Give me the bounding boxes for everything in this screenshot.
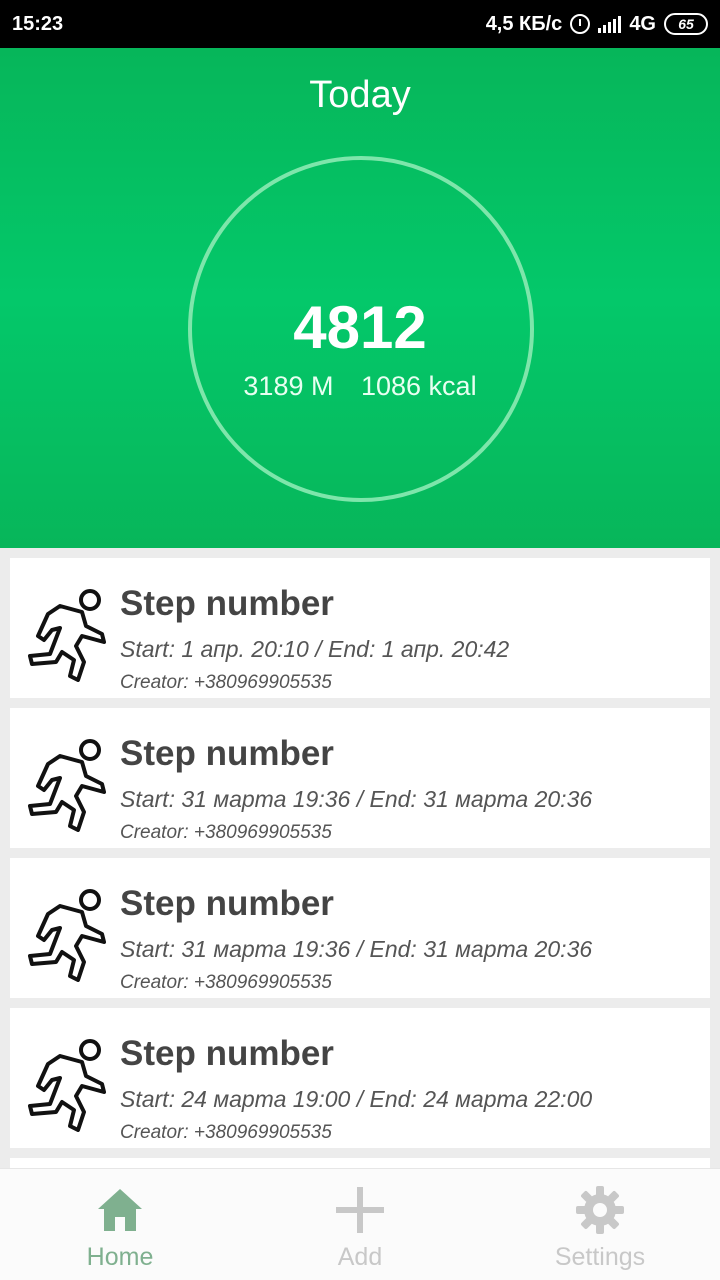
nav-home-label: Home — [86, 1243, 154, 1271]
steps-summary: 3189 M 1086 kcal — [0, 371, 720, 402]
record-title: Step number — [120, 884, 334, 923]
record-card[interactable]: Step number Start: 24 марта 19:00 / End:… — [10, 1008, 710, 1148]
nav-add-label: Add — [337, 1243, 383, 1271]
record-title: Step number — [120, 1034, 334, 1073]
running-person-icon — [28, 589, 106, 682]
record-time: Start: 24 марта 19:00 / End: 24 марта 22… — [120, 1086, 593, 1112]
bottom-navigation: Home Add Settings — [0, 1168, 720, 1280]
nav-add-tab[interactable]: Add — [240, 1169, 480, 1280]
record-creator: Creator: +380969905535 — [120, 1122, 332, 1143]
battery-icon: 65 — [664, 13, 708, 35]
distance-value: 3189 M — [243, 371, 334, 401]
record-time: Start: 31 марта 19:36 / End: 31 марта 20… — [120, 786, 593, 812]
plus-icon — [336, 1187, 384, 1233]
record-title: Step number — [120, 734, 334, 773]
record-creator: Creator: +380969905535 — [120, 972, 332, 993]
status-time: 15:23 — [12, 12, 64, 35]
network-speed: 4,5 КБ/с — [485, 12, 563, 35]
record-card[interactable] — [10, 1158, 710, 1168]
record-card[interactable]: Step number Start: 1 апр. 20:10 / End: 1… — [10, 558, 710, 698]
record-card[interactable]: Step number Start: 31 марта 19:36 / End:… — [10, 858, 710, 998]
record-title: Step number — [120, 584, 334, 623]
today-header: Today 4812 3189 M 1086 kcal — [0, 48, 720, 548]
nav-settings-tab[interactable]: Settings — [480, 1169, 720, 1280]
page-title: Today — [309, 74, 411, 116]
running-person-icon — [28, 739, 106, 832]
gear-icon — [576, 1186, 624, 1234]
running-person-icon — [28, 889, 106, 982]
network-type: 4G — [629, 12, 656, 35]
status-icons: 4,5 КБ/с 4G 65 — [486, 13, 708, 36]
signal-icon — [598, 15, 622, 33]
nav-settings-label: Settings — [554, 1243, 646, 1271]
home-icon — [98, 1189, 142, 1231]
running-person-icon — [28, 1039, 106, 1132]
status-bar: 15:23 4,5 КБ/с 4G 65 — [0, 0, 720, 48]
record-time: Start: 1 апр. 20:10 / End: 1 апр. 20:42 — [120, 636, 510, 662]
record-creator: Creator: +380969905535 — [120, 672, 332, 693]
alarm-icon — [570, 14, 591, 34]
nav-home-tab[interactable]: Home — [0, 1169, 240, 1280]
step-count: 4812 — [293, 294, 427, 361]
record-time: Start: 31 марта 19:36 / End: 31 марта 20… — [120, 936, 593, 962]
record-creator: Creator: +380969905535 — [120, 822, 332, 843]
record-card[interactable]: Step number Start: 31 марта 19:36 / End:… — [10, 708, 710, 848]
calories-value: 1086 kcal — [360, 371, 477, 401]
records-list: Step number Start: 1 апр. 20:10 / End: 1… — [0, 548, 720, 1168]
